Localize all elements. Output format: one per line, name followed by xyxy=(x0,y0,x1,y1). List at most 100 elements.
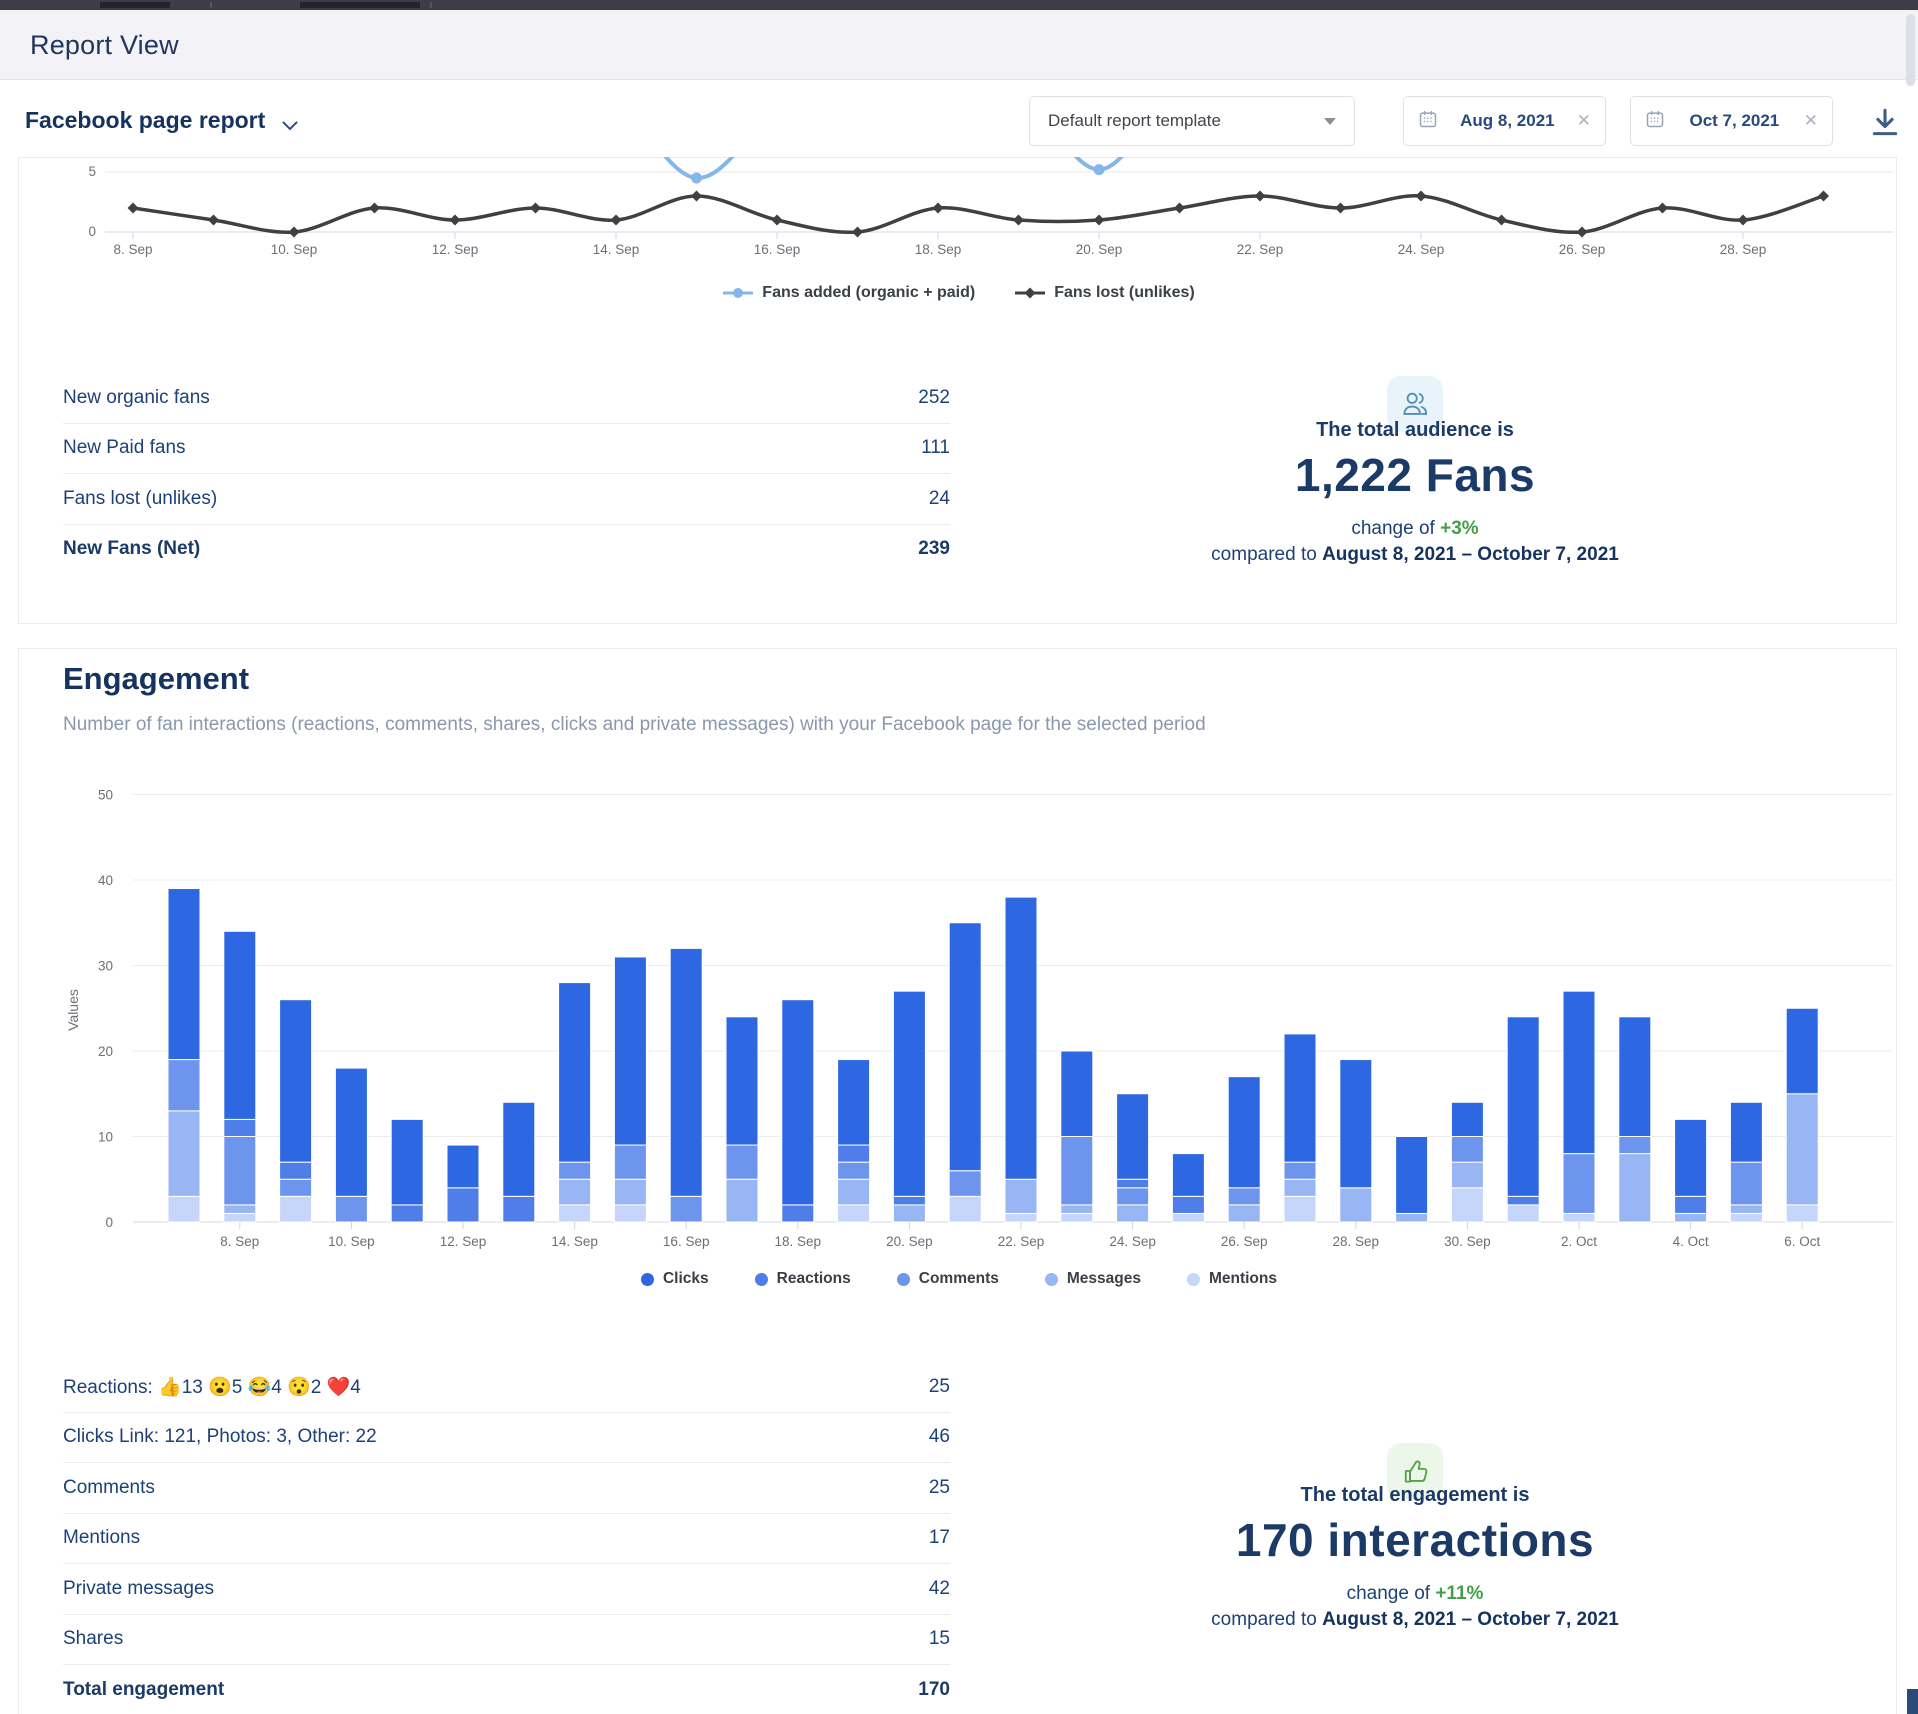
report-name-dropdown[interactable]: Facebook page report xyxy=(25,107,265,134)
legend-item[interactable]: Fans lost (unlikes) xyxy=(1015,284,1194,302)
engagement-bar-chart[interactable]: 01020304050Values8. Sep10. Sep12. Sep14.… xyxy=(0,770,1918,1265)
compared-range: August 8, 2021 – October 7, 2021 xyxy=(1322,544,1619,565)
svg-text:40: 40 xyxy=(98,873,113,888)
change-label: change of xyxy=(1351,518,1434,539)
table-row: New organic fans252 xyxy=(63,373,950,424)
compared-label: compared to xyxy=(1211,544,1317,565)
svg-text:16. Sep: 16. Sep xyxy=(754,242,801,257)
table-row: Fans lost (unlikes)24 xyxy=(63,474,950,525)
row-label: Total engagement xyxy=(63,1679,224,1701)
row-value: 15 xyxy=(929,1628,950,1650)
legend-item[interactable]: Mentions xyxy=(1187,1270,1277,1288)
svg-text:30: 30 xyxy=(98,959,113,974)
table-row: Comments 25 xyxy=(63,1463,950,1514)
legend-label: Fans lost (unlikes) xyxy=(1054,284,1194,302)
svg-text:14. Sep: 14. Sep xyxy=(551,1234,598,1249)
bottom-right-widget[interactable] xyxy=(1907,1689,1918,1714)
line-diamond-marker-icon xyxy=(1015,286,1045,300)
sliver-mark xyxy=(100,2,170,8)
clear-date-icon[interactable]: ✕ xyxy=(1577,111,1591,131)
row-value: 46 xyxy=(929,1426,950,1448)
svg-text:26. Sep: 26. Sep xyxy=(1559,242,1606,257)
table-row: Mentions 17 xyxy=(63,1514,950,1565)
svg-text:18. Sep: 18. Sep xyxy=(775,1234,822,1249)
row-value: 170 xyxy=(918,1679,950,1701)
page-title: Report View xyxy=(30,30,179,61)
svg-text:12. Sep: 12. Sep xyxy=(440,1234,487,1249)
legend-item[interactable]: Fans added (organic + paid) xyxy=(723,284,975,302)
audience-summary-value: 1,222 Fans xyxy=(1100,448,1730,502)
svg-text:Values: Values xyxy=(65,989,81,1031)
legend-swatch xyxy=(641,1273,654,1286)
select-caret-icon xyxy=(1324,118,1336,125)
report-view-page: Report View Facebook page report Default… xyxy=(0,0,1918,1714)
legend-label: Messages xyxy=(1067,1270,1141,1288)
engagement-section-subtitle: Number of fan interactions (reactions, c… xyxy=(63,714,1206,736)
row-label: New Paid fans xyxy=(63,437,186,459)
date-to-field[interactable]: Oct 7, 2021 ✕ xyxy=(1630,96,1833,146)
row-label: New organic fans xyxy=(63,387,210,409)
legend-label: Fans added (organic + paid) xyxy=(762,284,975,302)
compared-range: August 8, 2021 – October 7, 2021 xyxy=(1322,1609,1619,1630)
audience-compared-line: compared to August 8, 2021 – October 7, … xyxy=(1100,544,1730,566)
legend-item[interactable]: Clicks xyxy=(641,1270,709,1288)
legend-swatch xyxy=(1045,1273,1058,1286)
row-label: New Fans (Net) xyxy=(63,538,200,560)
date-from-field[interactable]: Aug 8, 2021 ✕ xyxy=(1403,96,1606,146)
line-circle-marker-icon xyxy=(723,286,753,300)
table-row: Clicks Link: 121, Photos: 3, Other: 22 46 xyxy=(63,1413,950,1464)
svg-text:6. Oct: 6. Oct xyxy=(1784,1234,1820,1249)
compared-label: compared to xyxy=(1211,1609,1317,1630)
svg-text:20. Sep: 20. Sep xyxy=(886,1234,933,1249)
svg-text:4. Oct: 4. Oct xyxy=(1673,1234,1709,1249)
svg-text:20. Sep: 20. Sep xyxy=(1076,242,1123,257)
row-value: 25 xyxy=(929,1477,950,1499)
row-value: 17 xyxy=(929,1527,950,1549)
table-row: Reactions: 👍13 😮5 😂4 😯2 ❤️425 xyxy=(63,1362,950,1413)
engagement-chart-legend: Clicks Reactions Comments Messages Mentions xyxy=(0,1270,1918,1288)
engagement-summary-title: The total engagement is xyxy=(1100,1484,1730,1507)
legend-item[interactable]: Comments xyxy=(897,1270,999,1288)
row-label: Comments xyxy=(63,1477,155,1499)
report-template-select[interactable]: Default report template xyxy=(1029,96,1355,146)
legend-swatch xyxy=(1187,1273,1200,1286)
legend-swatch xyxy=(897,1273,910,1286)
svg-text:12. Sep: 12. Sep xyxy=(432,242,479,257)
page-header: Report View xyxy=(0,10,1918,80)
row-value: 111 xyxy=(921,437,950,459)
svg-text:16. Sep: 16. Sep xyxy=(663,1234,710,1249)
svg-text:8. Sep: 8. Sep xyxy=(113,242,152,257)
svg-text:5: 5 xyxy=(88,164,96,179)
svg-text:10: 10 xyxy=(98,1130,113,1145)
legend-item[interactable]: Messages xyxy=(1045,1270,1141,1288)
legend-item[interactable]: Reactions xyxy=(755,1270,851,1288)
scrollbar-thumb[interactable] xyxy=(1906,14,1915,86)
table-row: New Paid fans 111 xyxy=(63,424,950,475)
change-value: +3% xyxy=(1440,518,1479,539)
window-top-sliver xyxy=(0,0,1918,10)
legend-label: Mentions xyxy=(1209,1270,1277,1288)
fans-table: New organic fans252 New Paid fans 111 Fans … xyxy=(63,373,950,574)
chevron-down-icon[interactable] xyxy=(282,118,298,136)
svg-text:30. Sep: 30. Sep xyxy=(1444,1234,1491,1249)
download-report-button[interactable] xyxy=(1868,106,1902,140)
engagement-summary-value: 170 interactions xyxy=(1100,1513,1730,1567)
svg-text:26. Sep: 26. Sep xyxy=(1221,1234,1268,1249)
legend-label: Clicks xyxy=(663,1270,709,1288)
row-label: Private messages xyxy=(63,1578,214,1600)
svg-text:2. Oct: 2. Oct xyxy=(1561,1234,1597,1249)
row-label: Clicks Link: 121, Photos: 3, Other: 22 xyxy=(63,1426,377,1448)
table-row: Total engagement 170 xyxy=(63,1665,950,1714)
legend-label: Reactions xyxy=(777,1270,851,1288)
engagement-change-line: change of +11% xyxy=(1100,1583,1730,1605)
clear-date-icon[interactable]: ✕ xyxy=(1804,111,1818,131)
row-label: Mentions xyxy=(63,1527,140,1549)
svg-text:0: 0 xyxy=(88,224,96,239)
report-template-value: Default report template xyxy=(1048,111,1221,131)
svg-text:0: 0 xyxy=(105,1215,113,1230)
sliver-mark xyxy=(300,2,420,8)
row-value: 24 xyxy=(929,488,950,510)
legend-label: Comments xyxy=(919,1270,999,1288)
date-to-value: Oct 7, 2021 xyxy=(1689,111,1779,131)
row-value: 25 xyxy=(929,1376,950,1398)
